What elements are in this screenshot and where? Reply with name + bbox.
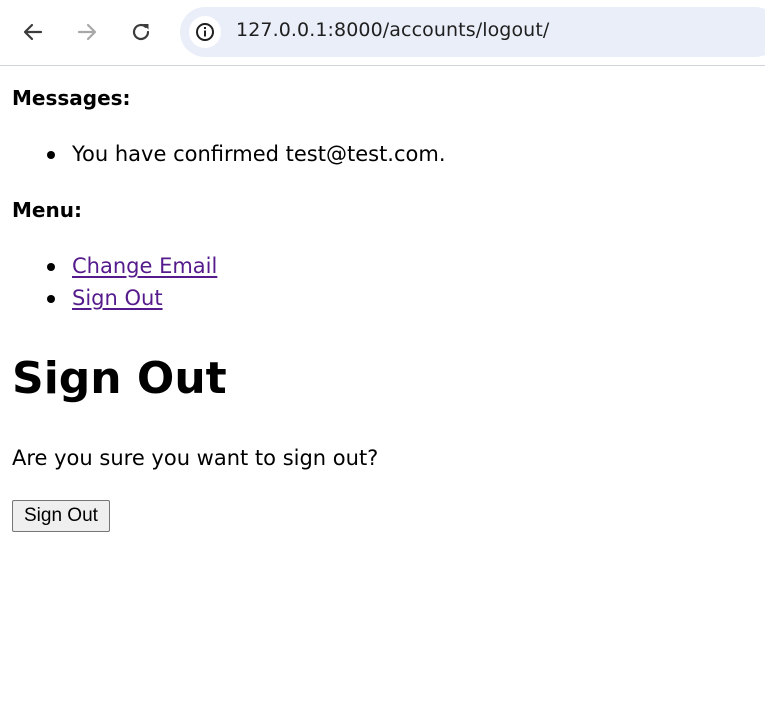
arrow-left-icon	[23, 23, 43, 41]
menu-item-change-email: Change Email	[12, 250, 217, 282]
bullet	[47, 151, 55, 159]
arrow-right-icon	[77, 23, 97, 41]
menu-item-sign-out: Sign Out	[12, 282, 217, 314]
forward-button[interactable]	[69, 14, 105, 50]
sign-out-prompt: Are you sure you want to sign out?	[12, 446, 379, 470]
url-text[interactable]: 127.0.0.1:8000/accounts/logout/	[236, 19, 549, 41]
site-info-button[interactable]	[189, 16, 221, 48]
bullet	[47, 295, 55, 303]
sign-out-link[interactable]: Sign Out	[72, 286, 163, 310]
back-button[interactable]	[15, 14, 51, 50]
page-title: Sign Out	[12, 353, 227, 404]
address-bar[interactable]: 127.0.0.1:8000/accounts/logout/	[180, 7, 765, 57]
sign-out-button[interactable]: Sign Out	[12, 500, 110, 532]
message-item: You have confirmed test@test.com.	[12, 138, 446, 170]
menu-heading: Menu:	[12, 198, 82, 222]
reload-icon	[132, 23, 150, 41]
message-text: You have confirmed test@test.com.	[72, 142, 446, 166]
info-icon	[196, 23, 214, 41]
browser-toolbar: 127.0.0.1:8000/accounts/logout/	[0, 0, 765, 66]
messages-list: You have confirmed test@test.com.	[12, 138, 446, 170]
bullet	[47, 263, 55, 271]
reload-button[interactable]	[123, 14, 159, 50]
messages-heading: Messages:	[12, 86, 131, 110]
change-email-link[interactable]: Change Email	[72, 254, 217, 278]
menu-list: Change Email Sign Out	[12, 250, 217, 314]
